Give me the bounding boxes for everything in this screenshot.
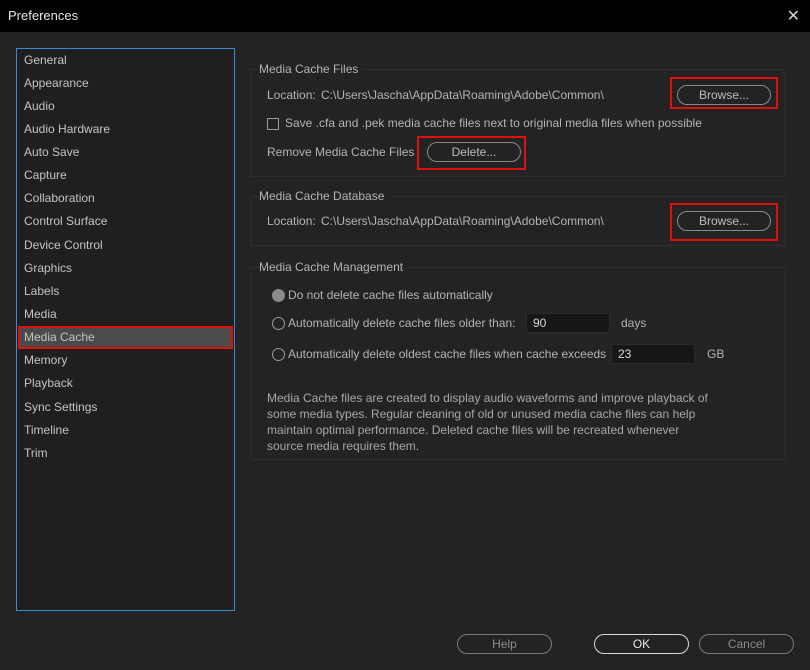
gb-unit-label: GB xyxy=(707,347,725,361)
media-cache-description: Media Cache files are created to display… xyxy=(267,391,708,453)
sidebar-item-device-control[interactable]: Device Control xyxy=(18,234,233,257)
sidebar-item-trim[interactable]: Trim xyxy=(18,442,233,465)
media-cache-files-group: Media Cache Files Location: C:\Users\Jas… xyxy=(250,62,786,177)
sidebar-item-graphics[interactable]: Graphics xyxy=(18,257,233,280)
radio-do-not-delete-label: Do not delete cache files automatically xyxy=(288,288,493,302)
media-cache-management-group: Media Cache Management Do not delete cac… xyxy=(250,260,786,460)
radio-delete-older-than[interactable] xyxy=(272,317,285,330)
sidebar-item-control-surface[interactable]: Control Surface xyxy=(18,210,233,233)
database-browse-button[interactable]: Browse... xyxy=(677,211,771,231)
close-icon[interactable]: ✕ xyxy=(787,6,800,26)
media-cache-files-heading: Media Cache Files xyxy=(259,62,365,76)
sidebar-item-labels[interactable]: Labels xyxy=(18,280,233,303)
database-location-path: C:\Users\Jascha\AppData\Roaming\Adobe\Co… xyxy=(321,214,604,228)
sidebar-item-media[interactable]: Media xyxy=(18,303,233,326)
sidebar-item-sync-settings[interactable]: Sync Settings xyxy=(18,396,233,419)
database-location-label: Location: xyxy=(267,214,316,228)
ok-button[interactable]: OK xyxy=(594,634,689,654)
radio-delete-when-exceeds[interactable] xyxy=(272,348,285,361)
preferences-category-list[interactable]: General Appearance Audio Audio Hardware … xyxy=(16,48,235,611)
media-cache-database-heading: Media Cache Database xyxy=(259,189,391,203)
media-cache-management-heading: Media Cache Management xyxy=(259,260,410,274)
sidebar-item-auto-save[interactable]: Auto Save xyxy=(18,141,233,164)
sidebar-item-memory[interactable]: Memory xyxy=(18,349,233,372)
sidebar-item-audio-hardware[interactable]: Audio Hardware xyxy=(18,118,233,141)
days-unit-label: days xyxy=(621,316,647,330)
sidebar-item-capture[interactable]: Capture xyxy=(18,164,233,187)
files-browse-button[interactable]: Browse... xyxy=(677,85,771,105)
cancel-button[interactable]: Cancel xyxy=(699,634,794,654)
sidebar-item-audio[interactable]: Audio xyxy=(18,95,233,118)
older-than-days-input[interactable]: 90 xyxy=(526,313,610,333)
help-button[interactable]: Help xyxy=(457,634,552,654)
cache-size-gb-input[interactable]: 23 xyxy=(611,344,695,364)
radio-delete-when-exceeds-label: Automatically delete oldest cache files … xyxy=(288,347,607,361)
save-cache-next-to-media-checkbox[interactable] xyxy=(267,118,279,130)
window-title: Preferences xyxy=(8,8,79,23)
title-bar: Preferences ✕ xyxy=(0,0,810,32)
remove-cache-label: Remove Media Cache Files xyxy=(267,145,415,159)
save-cache-next-to-media-label: Save .cfa and .pek media cache files nex… xyxy=(285,116,702,130)
files-location-label: Location: xyxy=(267,88,316,102)
sidebar-item-appearance[interactable]: Appearance xyxy=(18,72,233,95)
files-location-path: C:\Users\Jascha\AppData\Roaming\Adobe\Co… xyxy=(321,88,604,102)
radio-do-not-delete[interactable] xyxy=(272,289,285,302)
delete-cache-button[interactable]: Delete... xyxy=(427,142,521,162)
radio-delete-older-than-label: Automatically delete cache files older t… xyxy=(288,316,516,330)
sidebar-item-collaboration[interactable]: Collaboration xyxy=(18,187,233,210)
sidebar-item-general[interactable]: General xyxy=(18,49,233,72)
sidebar-item-media-cache[interactable]: Media Cache xyxy=(18,326,233,349)
sidebar-item-playback[interactable]: Playback xyxy=(18,372,233,395)
sidebar-item-timeline[interactable]: Timeline xyxy=(18,419,233,442)
media-cache-database-group: Media Cache Database Location: C:\Users\… xyxy=(250,189,786,246)
